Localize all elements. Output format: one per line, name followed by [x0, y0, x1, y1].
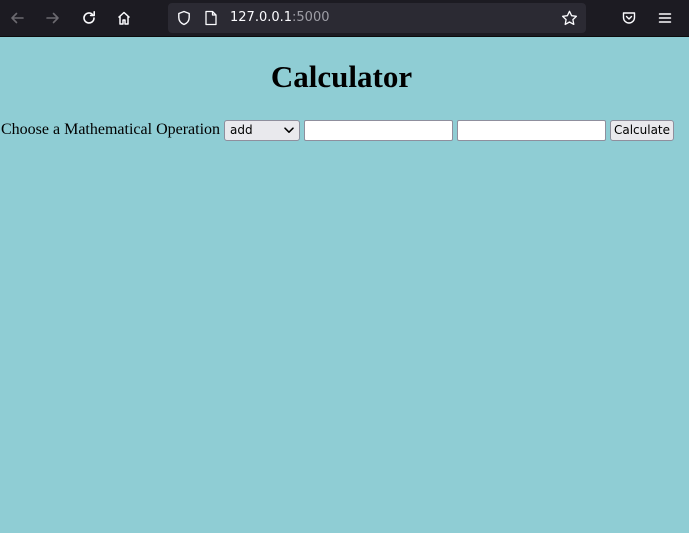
home-icon [117, 11, 131, 25]
pocket-icon [622, 12, 636, 24]
browser-toolbar: 127.0.0.1:5000 [0, 0, 689, 37]
forward-icon [46, 12, 59, 24]
first-number-input[interactable] [304, 120, 453, 141]
page-title: Calculator [270, 59, 413, 94]
page-icon[interactable] [204, 10, 218, 26]
back-button[interactable] [3, 4, 31, 32]
forward-button[interactable] [39, 4, 67, 32]
reload-icon [83, 11, 95, 24]
menu-button[interactable] [651, 4, 679, 32]
second-number-input[interactable] [457, 120, 606, 141]
home-button[interactable] [110, 4, 138, 32]
url-text: 127.0.0.1:5000 [230, 3, 330, 33]
reload-button[interactable] [75, 4, 103, 32]
chevron-down-icon [284, 127, 294, 133]
page-content: Calculator Choose a Mathematical Operati… [0, 38, 689, 533]
back-icon [11, 12, 24, 24]
pocket-button[interactable] [615, 4, 643, 32]
url-host: 127.0.0.1 [230, 10, 293, 25]
operation-label: Choose a Mathematical Operation [1, 121, 221, 138]
address-bar[interactable]: 127.0.0.1:5000 [168, 3, 586, 33]
shield-icon[interactable] [176, 10, 192, 26]
menu-icon [658, 13, 672, 23]
operation-select[interactable]: add [224, 120, 300, 141]
operation-selected-value: add [230, 123, 253, 137]
url-port: :5000 [292, 10, 330, 25]
star-icon[interactable] [561, 10, 578, 26]
calculate-button[interactable]: Calculate [610, 120, 674, 141]
